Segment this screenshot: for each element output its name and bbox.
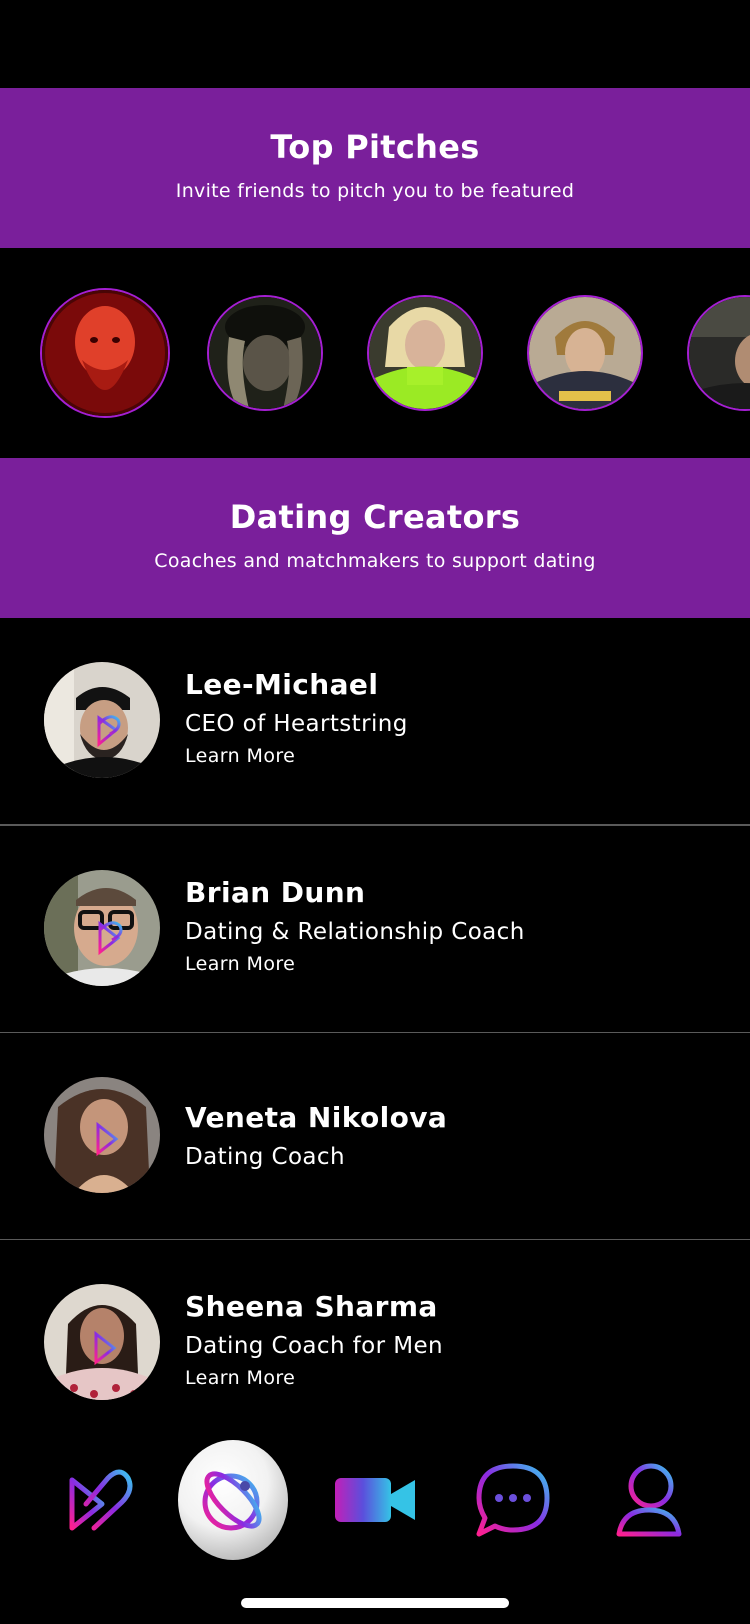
- creator-name: Sheena Sharma: [185, 1290, 438, 1323]
- tab-video[interactable]: [320, 1440, 430, 1560]
- creator-role: Dating & Relationship Coach: [185, 919, 525, 945]
- dating-creators-title: Dating Creators: [229, 498, 521, 536]
- creator-info: Veneta Nikolova Dating Coach: [185, 1101, 447, 1170]
- creator-avatar-sheena-sharma: [44, 1284, 160, 1400]
- creator-row[interactable]: Lee-Michael CEO of Heartstring Learn Mor…: [0, 618, 750, 826]
- chat-bubble-icon: [476, 1463, 550, 1537]
- learn-more-link[interactable]: Learn More: [185, 1367, 443, 1389]
- tab-discover[interactable]: [178, 1440, 288, 1560]
- creator-avatar-lee-michael: [44, 662, 160, 778]
- learn-more-link[interactable]: Learn More: [185, 953, 525, 975]
- creator-row[interactable]: Brian Dunn Dating & Relationship Coach L…: [0, 826, 750, 1034]
- creator-name: Brian Dunn: [185, 876, 366, 909]
- profile-icon: [616, 1463, 682, 1537]
- creator-info: Sheena Sharma Dating Coach for Men Learn…: [185, 1290, 443, 1389]
- creator-role: Dating Coach: [185, 1144, 345, 1170]
- tab-active-highlight: [178, 1440, 288, 1560]
- dating-creators-banner: Dating Creators Coaches and matchmakers …: [0, 458, 750, 618]
- creator-row[interactable]: Veneta Nikolova Dating Coach: [0, 1033, 750, 1241]
- creator-name: Lee-Michael: [185, 668, 379, 701]
- pitch-avatar-5[interactable]: [687, 295, 750, 411]
- top-pitches-subtitle: Invite friends to pitch you to be featur…: [175, 180, 575, 202]
- pitch-avatar-4[interactable]: [527, 295, 643, 411]
- top-pitches-banner: Top Pitches Invite friends to pitch you …: [0, 88, 750, 248]
- pitch-avatar-1[interactable]: [40, 288, 170, 418]
- heart-logo-icon: [69, 1469, 133, 1531]
- learn-more-link[interactable]: Learn More: [185, 745, 408, 767]
- creator-info: Brian Dunn Dating & Relationship Coach L…: [185, 876, 525, 975]
- pitch-avatar-2[interactable]: [207, 295, 323, 411]
- creator-name: Veneta Nikolova: [185, 1101, 448, 1134]
- pitch-avatar-row[interactable]: [0, 248, 750, 458]
- planet-orbit-icon: [202, 1471, 262, 1531]
- tab-home[interactable]: [45, 1440, 155, 1560]
- creator-row[interactable]: Sheena Sharma Dating Coach for Men Learn…: [0, 1240, 750, 1420]
- bottom-tab-bar: [0, 1420, 750, 1624]
- creator-avatar-veneta-nikolova: [44, 1077, 160, 1193]
- creator-info: Lee-Michael CEO of Heartstring Learn Mor…: [185, 668, 408, 767]
- video-camera-icon: [335, 1478, 415, 1522]
- dating-creators-subtitle: Coaches and matchmakers to support datin…: [154, 550, 596, 572]
- top-pitches-title: Top Pitches: [270, 128, 480, 166]
- tab-messages[interactable]: [458, 1440, 568, 1560]
- home-indicator: [241, 1598, 509, 1608]
- creator-avatar-brian-dunn: [44, 870, 160, 986]
- pitch-avatar-3[interactable]: [367, 295, 483, 411]
- tab-profile[interactable]: [594, 1440, 704, 1560]
- creator-role: Dating Coach for Men: [185, 1333, 443, 1359]
- status-bar: [0, 0, 750, 88]
- creator-role: CEO of Heartstring: [185, 711, 408, 737]
